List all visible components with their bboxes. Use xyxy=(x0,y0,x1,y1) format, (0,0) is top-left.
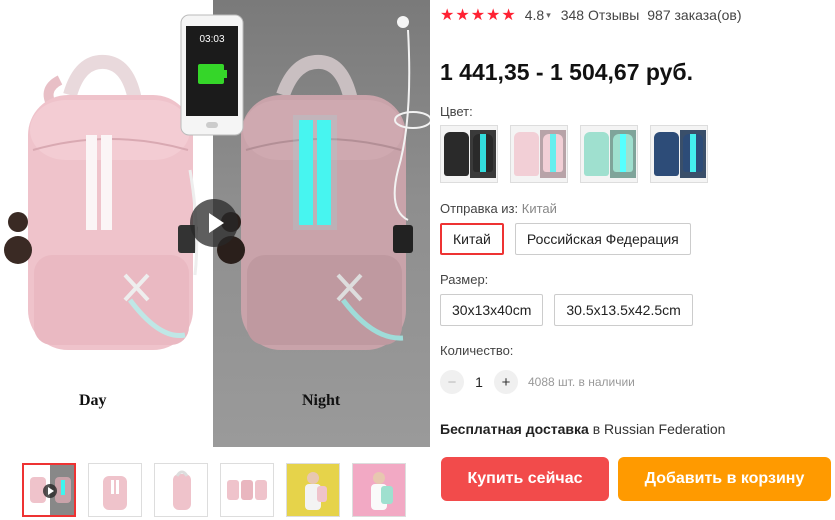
star-rating-icons: ★★★★★ xyxy=(440,7,517,24)
thumbnail-6[interactable] xyxy=(352,463,406,517)
play-video-button[interactable] xyxy=(190,199,238,247)
swatch-night-backpack xyxy=(540,130,566,178)
shipping-info: Бесплатная доставка в Russian Federation xyxy=(440,421,725,437)
ship-from-selected: Китай xyxy=(521,201,557,216)
color-label: Цвет: xyxy=(440,104,473,119)
quantity-plus-button[interactable]: + xyxy=(494,370,518,394)
video-thumbnail-icon xyxy=(24,465,74,515)
day-label: Day xyxy=(79,392,107,409)
swatch-night-backpack xyxy=(470,130,496,178)
swatch-glow-stripe xyxy=(613,134,633,172)
swatch-night-backpack xyxy=(610,130,636,178)
chevron-down-icon[interactable]: ▾ xyxy=(546,10,551,21)
thumbnail-strip xyxy=(22,463,406,517)
price: 1 441,35 - 1 504,67 руб. xyxy=(440,59,694,85)
size-option-2[interactable]: 30.5x13.5x42.5cm xyxy=(554,294,693,326)
swatch-glow-stripe xyxy=(473,134,493,172)
swatch-night-backpack xyxy=(680,130,706,178)
rating-row: ★★★★★ 4.8 ▾ 348 Отзывы 987 заказа(ов) xyxy=(440,5,742,25)
swatch-glow-stripe xyxy=(683,134,703,172)
pink-backpack-thumb-icon xyxy=(103,476,127,510)
free-shipping-label: Бесплатная доставка xyxy=(440,421,589,437)
night-label: Night xyxy=(302,392,341,409)
reviews-link[interactable]: 348 Отзывы xyxy=(561,7,640,23)
buy-now-button[interactable]: Купить сейчас xyxy=(441,457,609,501)
ship-from-option-russia[interactable]: Российская Федерация xyxy=(514,223,691,255)
product-info: ★★★★★ 4.8 ▾ 348 Отзывы 987 заказа(ов) 1 … xyxy=(440,0,835,520)
swatch-day-backpack xyxy=(514,132,539,176)
color-swatch-3[interactable] xyxy=(580,125,638,183)
stock-count: 4088 шт. в наличии xyxy=(528,375,635,389)
play-icon xyxy=(208,213,224,233)
size-options: 30x13x40cm 30.5x13.5x42.5cm xyxy=(440,294,693,326)
model-pink-thumb-icon xyxy=(353,464,405,516)
color-swatch-1[interactable] xyxy=(440,125,498,183)
side-view-thumb-icon xyxy=(173,470,191,510)
swatch-day-backpack xyxy=(654,132,679,176)
phone-charging-icon: 03:03 xyxy=(180,14,244,136)
swatch-day-backpack xyxy=(444,132,469,176)
ship-from-option-china[interactable]: Китай xyxy=(440,223,504,255)
orders-count: 987 заказа(ов) xyxy=(647,7,742,23)
thumbnail-5[interactable] xyxy=(286,463,340,517)
thumbnail-1[interactable] xyxy=(22,463,76,517)
color-swatch-2[interactable] xyxy=(510,125,568,183)
night-half: Night xyxy=(213,0,430,447)
multi-view-thumb-icon xyxy=(227,480,267,500)
quantity-stepper: − 1 + 4088 шт. в наличии xyxy=(440,370,635,394)
color-swatches xyxy=(440,125,708,183)
shipping-destination: в Russian Federation xyxy=(592,421,726,437)
phone-time: 03:03 xyxy=(199,34,224,45)
product-gallery: Day Night 03:03 xyxy=(0,0,430,520)
ship-from-options: Китай Российская Федерация xyxy=(440,223,691,255)
quantity-label: Количество: xyxy=(440,343,514,358)
quantity-minus-button[interactable]: − xyxy=(440,370,464,394)
night-backpack-illustration xyxy=(217,16,430,350)
size-label: Размер: xyxy=(440,272,489,287)
model-yellow-thumb-icon xyxy=(287,464,339,516)
add-to-cart-button[interactable]: Добавить в корзину xyxy=(618,457,831,501)
thumbnail-4[interactable] xyxy=(220,463,274,517)
rating-value: 4.8 xyxy=(524,7,545,23)
swatch-glow-stripe xyxy=(543,134,563,172)
size-option-1[interactable]: 30x13x40cm xyxy=(440,294,544,326)
main-product-image[interactable]: Day Night 03:03 xyxy=(0,0,430,447)
color-swatch-4[interactable] xyxy=(650,125,708,183)
thumbnail-2[interactable] xyxy=(88,463,142,517)
thumbnail-3[interactable] xyxy=(154,463,208,517)
product-page: Day Night 03:03 ★★★★★ 4.8 ▾ 348 Отзывы 9… xyxy=(0,0,835,520)
ship-from-label: Отправка из: Китай xyxy=(440,201,557,216)
ship-from-title: Отправка из: xyxy=(440,201,519,216)
quantity-value[interactable]: 1 xyxy=(464,374,494,390)
swatch-day-backpack xyxy=(584,132,609,176)
